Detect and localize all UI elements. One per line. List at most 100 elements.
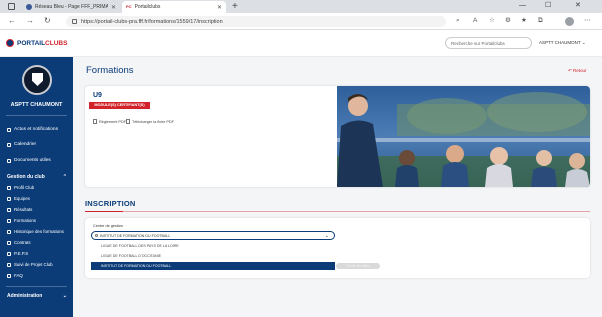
favorites-icon[interactable]: ★ xyxy=(521,17,527,25)
browser-tab-bar: Réseau Bleu - Page FFF_PRIMAT... ✕ PC Po… xyxy=(0,0,602,13)
project-icon xyxy=(7,262,11,267)
sidebar-item-projet-club[interactable]: Suivi de Projet Club xyxy=(7,262,53,267)
address-bar-row: ← → ↻ https://portail-clubs-pra.fff.fr/f… xyxy=(0,13,602,30)
sidebar-item-calendrier[interactable]: Calendrier xyxy=(7,142,36,147)
sidebar-item-label: Suivi de Projet Club xyxy=(14,262,53,267)
sidebar-section-administration[interactable]: Administration ⌄ xyxy=(7,293,67,299)
peps-icon xyxy=(7,251,11,256)
logo-text-part2: CLUBS xyxy=(45,39,68,47)
inscription-section-title: INSCRIPTION xyxy=(85,199,136,208)
sidebar-item-label: FAQ xyxy=(14,273,23,278)
close-tab-icon[interactable]: ✕ xyxy=(217,4,222,11)
sidebar-item-equipes[interactable]: Equipes xyxy=(7,196,30,201)
team-icon xyxy=(7,196,11,201)
choose-dates-button[interactable]: Choisir les dates xyxy=(336,263,380,269)
close-tab-icon[interactable]: ✕ xyxy=(111,4,116,11)
sidebar-item-label: Actus et notifications xyxy=(14,127,58,132)
tab-reseau-bleu[interactable]: Réseau Bleu - Page FFF_PRIMAT... ✕ xyxy=(22,1,120,13)
certifying-badge: MODULE(S) CERTIFIANT(S) xyxy=(89,102,150,109)
faq-icon xyxy=(7,273,11,278)
chevron-down-icon: ⌄ xyxy=(324,233,329,239)
sidebar-item-documents[interactable]: Documents utiles xyxy=(7,158,51,163)
lock-icon xyxy=(72,19,77,24)
calendar-icon xyxy=(7,142,11,147)
results-icon xyxy=(7,207,11,212)
sidebar-item-profil-club[interactable]: Profil Club xyxy=(7,185,34,190)
sidebar-item-peps[interactable]: P.E.P.S xyxy=(7,251,28,256)
select-status-icon xyxy=(95,234,98,238)
doc-label: Télécharger la fiche PDF xyxy=(132,119,174,124)
new-tab-icon[interactable]: + xyxy=(232,1,238,12)
club-name: ASPTT CHAUMONT xyxy=(10,102,63,108)
select-value: INSTITUT DE FORMATION DU FOOTBALL xyxy=(100,233,171,238)
forward-arrow-icon[interactable]: → xyxy=(26,16,34,26)
sidebar-item-label: Calendrier xyxy=(14,142,37,147)
chevron-down-icon: ⌄ xyxy=(581,40,586,45)
tab-portailclubs[interactable]: PC Portailclubs ✕ xyxy=(122,1,226,13)
formation-card: U9 MODULE(S) CERTIFIANT(S) Règlement PDF… xyxy=(85,86,590,187)
section-rule-accent xyxy=(85,210,123,213)
sidebar: ASPTT CHAUMONT Actus et notifications Ca… xyxy=(0,57,73,317)
sidebar-item-label: Documents utiles xyxy=(14,158,51,163)
search-icon[interactable]: ⌕ xyxy=(456,17,460,25)
formation-photo xyxy=(337,86,590,187)
user-name: ASPTT CHAUMONT xyxy=(539,40,581,45)
user-menu[interactable]: ASPTT CHAUMONT ⌄ xyxy=(539,40,586,46)
sidebar-section-gestion[interactable]: Gestion du club ⌃ xyxy=(7,174,67,180)
logo-text-part1: PORTAIL xyxy=(17,39,46,47)
download-sheet-link[interactable]: Télécharger la fiche PDF xyxy=(126,119,174,124)
sidebar-item-contrats[interactable]: Contrats xyxy=(7,240,31,245)
dropdown-option-selected[interactable]: INSTITUT DE FORMATION DU FOOTBALL xyxy=(91,262,335,270)
bell-icon xyxy=(7,127,11,132)
portailclubs-logo[interactable]: PORTAIL CLUBS xyxy=(6,39,67,47)
sidebar-item-label: P.E.P.S xyxy=(14,251,29,256)
reload-icon[interactable]: ↻ xyxy=(44,16,51,26)
window-menu-icon[interactable] xyxy=(8,3,15,10)
back-link[interactable]: ↶ Retour xyxy=(568,68,587,74)
main-content: Formations ↶ Retour U9 MODULE(S) CERTIFI… xyxy=(73,57,602,317)
sidebar-item-historique[interactable]: Historique des formations xyxy=(7,229,64,234)
section-rule xyxy=(85,211,590,212)
dropdown-option[interactable]: LIGUE DE FOOTBALL D'OCCITANIE xyxy=(91,252,335,260)
collections-icon[interactable]: ⧉ xyxy=(538,17,543,25)
sidebar-item-actus[interactable]: Actus et notifications xyxy=(7,127,58,132)
inscription-form-card: Centre de gestion INSTITUT DE FORMATION … xyxy=(85,218,590,278)
window-close-icon[interactable]: ✕ xyxy=(575,1,581,11)
url-text: https://portail-clubs-pra.fff.fr/formati… xyxy=(81,18,223,25)
site-search-input[interactable]: Recherche sur Portailclubs xyxy=(445,37,532,49)
centre-de-gestion-select[interactable]: INSTITUT DE FORMATION DU FOOTBALL ⌄ xyxy=(91,231,335,240)
sidebar-item-resultats[interactable]: Résultats xyxy=(7,207,32,212)
sidebar-item-label: Equipes xyxy=(14,196,30,201)
url-field[interactable]: https://portail-clubs-pra.fff.fr/formati… xyxy=(66,16,446,27)
extensions-icon[interactable]: ⚙ xyxy=(505,17,511,25)
divider xyxy=(6,115,67,116)
back-arrow-icon[interactable]: ← xyxy=(8,16,16,26)
favorite-star-icon[interactable]: ☆ xyxy=(489,17,495,25)
section-label: Administration xyxy=(7,293,43,299)
history-icon xyxy=(7,229,11,234)
tab-title: Réseau Bleu - Page FFF_PRIMAT... xyxy=(35,4,108,10)
centre-de-gestion-label: Centre de gestion xyxy=(93,224,123,228)
reglement-pdf-link[interactable]: Règlement PDF xyxy=(93,119,126,124)
search-placeholder: Recherche sur Portailclubs xyxy=(451,40,505,46)
profile-icon xyxy=(7,185,11,190)
sidebar-item-formations[interactable]: Formations xyxy=(7,218,36,223)
minimize-icon[interactable]: — xyxy=(519,1,526,11)
club-crest-icon xyxy=(22,65,52,95)
portailclubs-favicon-icon: PC xyxy=(126,4,132,10)
sidebar-item-faq[interactable]: FAQ xyxy=(7,273,23,278)
sidebar-item-label: Historique des formations xyxy=(14,229,64,234)
pdf-icon xyxy=(126,119,130,124)
maximize-icon[interactable]: ☐ xyxy=(545,1,551,11)
read-aloud-icon[interactable]: A xyxy=(473,17,477,25)
facebook-favicon-icon xyxy=(26,4,32,10)
document-icon xyxy=(7,158,11,163)
sidebar-item-label: Contrats xyxy=(14,240,31,245)
more-menu-icon[interactable]: ⋯ xyxy=(584,17,591,25)
profile-avatar[interactable] xyxy=(565,17,574,26)
chevron-up-icon: ⌃ xyxy=(62,174,67,180)
dropdown-option[interactable]: LIGUE DE FOOTBALL DES PAYS DE LA LOIRE xyxy=(91,242,335,250)
section-label: Gestion du club xyxy=(7,174,45,180)
training-icon xyxy=(7,218,11,223)
logo-mark-icon xyxy=(6,39,14,47)
